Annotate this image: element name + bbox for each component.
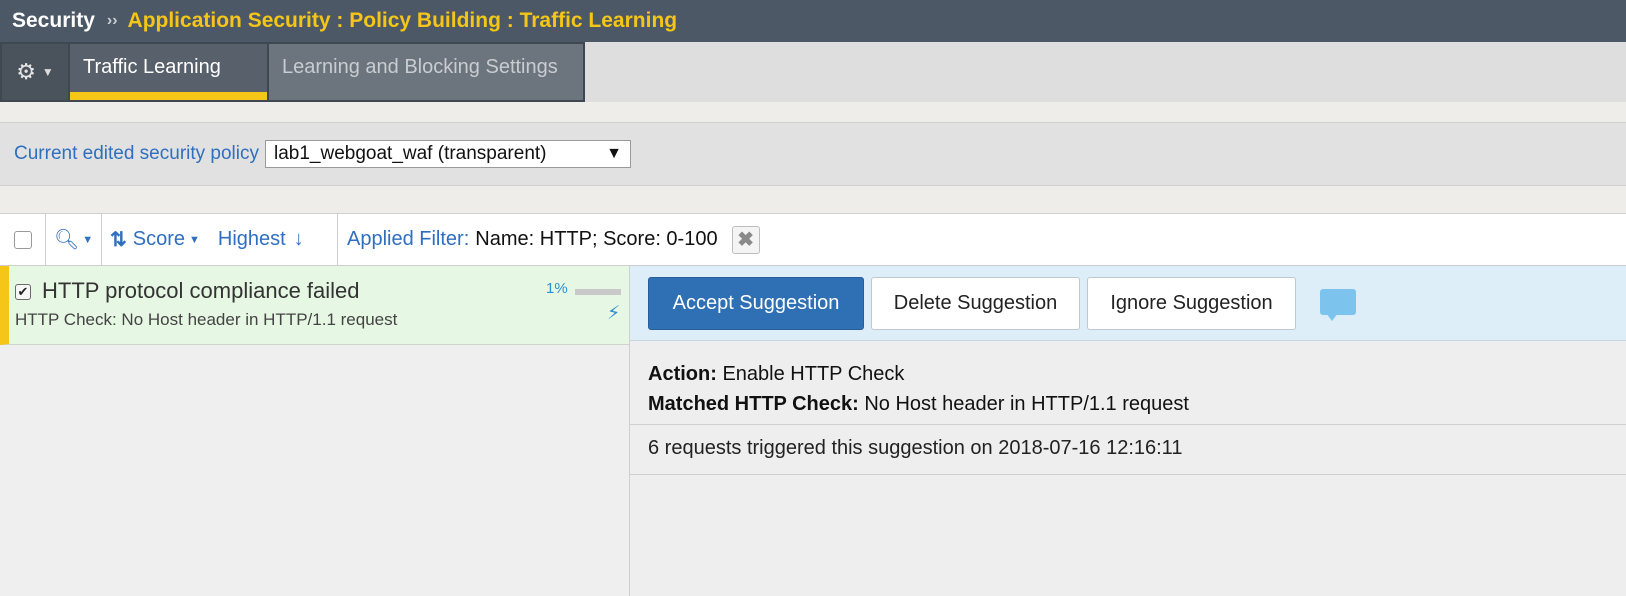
tab-learning-blocking-settings[interactable]: Learning and Blocking Settings (269, 44, 583, 100)
chevron-down-icon: ▼ (41, 65, 54, 79)
search-icon: 🔍︎ (53, 229, 80, 251)
title-bar: Security ›› Application Security : Polic… (0, 0, 1626, 42)
breadcrumb-separator: ›› (106, 12, 118, 29)
select-all-cell (0, 214, 46, 265)
suggestion-list: ✔ HTTP protocol compliance failed HTTP C… (0, 266, 630, 596)
policy-select[interactable]: lab1_webgoat_waf (transparent) ▼ (265, 140, 631, 168)
gear-icon: ⚙ (16, 59, 36, 84)
tab-label: Learning and Blocking Settings (282, 56, 558, 78)
tab-strip: ⚙ ▼ Traffic Learning Learning and Blocki… (0, 42, 585, 102)
filter-value: Name: HTTP; Score: 0-100 (475, 228, 718, 250)
clear-filter-button[interactable]: ✖ (731, 225, 760, 254)
search-button[interactable]: 🔍︎ ▼ (46, 214, 102, 265)
suggestion-detail: Accept Suggestion Delete Suggestion Igno… (630, 266, 1626, 596)
chevron-down-icon: ▼ (82, 233, 94, 246)
matched-check-label: Matched HTTP Check: (648, 393, 859, 415)
arrow-down-icon[interactable]: ↓ (294, 228, 304, 251)
list-item[interactable]: ✔ HTTP protocol compliance failed HTTP C… (0, 266, 629, 345)
lightning-icon: ⚡︎ (607, 303, 621, 324)
sort-icon: ⇅ (110, 229, 127, 251)
tab-label: Traffic Learning (83, 56, 221, 78)
dropdown-arrow-icon: ▼ (606, 145, 622, 162)
delete-suggestion-button[interactable]: Delete Suggestion (871, 277, 1080, 330)
chevron-down-icon[interactable]: ▼ (189, 234, 200, 246)
sort-controls: ⇅ Score ▼ Highest ↓ (102, 214, 338, 265)
suggestion-subtitle: HTTP Check: No Host header in HTTP/1.1 r… (15, 310, 398, 329)
suggestion-details: Action: Enable HTTP Check Matched HTTP C… (630, 341, 1626, 425)
suggestion-checkbox[interactable]: ✔ (15, 284, 31, 300)
action-row: Action: Enable HTTP Check (648, 359, 1626, 389)
select-all-checkbox[interactable] (13, 230, 32, 249)
policy-label: Current edited security policy (14, 143, 259, 164)
suggestions-toolbar: 🔍︎ ▼ ⇅ Score ▼ Highest ↓ Applied Filter:… (0, 213, 1626, 266)
policy-bar: Current edited security policy lab1_webg… (0, 122, 1626, 186)
requests-summary: 6 requests triggered this suggestion on … (630, 425, 1626, 475)
action-bar: Accept Suggestion Delete Suggestion Igno… (630, 266, 1626, 341)
comment-icon[interactable] (1320, 289, 1356, 321)
accept-suggestion-button[interactable]: Accept Suggestion (648, 277, 864, 330)
sort-by-button[interactable]: Score (133, 228, 185, 251)
matched-check-value: No Host header in HTTP/1.1 request (864, 393, 1189, 415)
matched-check-row: Matched HTTP Check: No Host header in HT… (648, 389, 1626, 419)
sort-order-button[interactable]: Highest (218, 228, 286, 251)
suggestion-title: HTTP protocol compliance failed (42, 278, 360, 303)
score-bar (575, 289, 621, 295)
applied-filter: Applied Filter: Name: HTTP; Score: 0-100… (338, 214, 760, 265)
breadcrumb[interactable]: Application Security : Policy Building :… (128, 9, 678, 33)
policy-select-value: lab1_webgoat_waf (transparent) (274, 143, 547, 164)
settings-menu-button[interactable]: ⚙ ▼ (2, 44, 68, 100)
tab-row: ⚙ ▼ Traffic Learning Learning and Blocki… (0, 42, 1626, 102)
score-percent: 1% (546, 280, 568, 297)
section-title[interactable]: Security (12, 9, 95, 33)
action-label: Action: (648, 363, 717, 385)
ignore-suggestion-button[interactable]: Ignore Suggestion (1087, 277, 1296, 330)
tab-traffic-learning[interactable]: Traffic Learning (70, 44, 267, 100)
close-icon: ✖ (737, 229, 754, 251)
action-value: Enable HTTP Check (722, 363, 905, 385)
filter-label[interactable]: Applied Filter: (347, 228, 469, 251)
